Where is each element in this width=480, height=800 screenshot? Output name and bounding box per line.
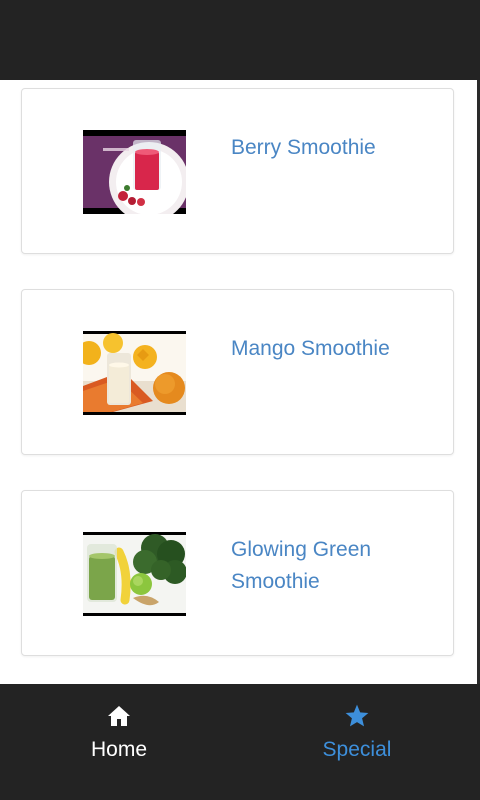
list-item-mango-smoothie[interactable]: Mango Smoothie <box>21 289 454 455</box>
list-item-title: Berry Smoothie <box>231 136 376 159</box>
star-icon <box>343 702 371 730</box>
tab-home-label: Home <box>90 738 148 761</box>
list-item-berry-smoothie[interactable]: Berry Smoothie <box>21 88 454 254</box>
bottom-navigation-bar: Home Special <box>0 684 480 800</box>
list-item-glowing-green-smoothie[interactable]: Glowing Green Smoothie <box>21 490 454 656</box>
smoothie-list[interactable]: Berry Smoothie Mango Smoothie Glowing Gr… <box>0 80 477 684</box>
tab-home[interactable]: Home <box>0 684 238 800</box>
green-smoothie-thumbnail <box>83 532 186 616</box>
app-screen: Berry Smoothie Mango Smoothie Glowing Gr… <box>0 0 480 800</box>
home-icon <box>105 702 133 730</box>
berry-smoothie-thumbnail <box>83 130 186 214</box>
tab-special-label: Special <box>322 738 392 761</box>
top-app-bar <box>0 0 480 80</box>
list-item-title: Mango Smoothie <box>231 337 390 360</box>
mango-smoothie-thumbnail <box>83 331 186 415</box>
tab-special[interactable]: Special <box>238 684 476 800</box>
list-item-title: Glowing Green Smoothie <box>231 538 372 593</box>
